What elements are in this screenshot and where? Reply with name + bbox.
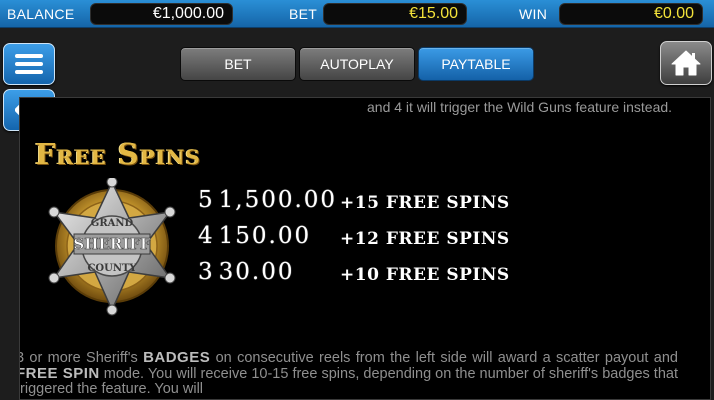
payout-prize: +15 FREE SPINS	[340, 193, 510, 213]
hamburger-menu-icon	[15, 54, 43, 74]
tab-paytable[interactable]: PAYTABLE	[418, 47, 534, 81]
payout-amount: 5 1,500.00	[198, 187, 338, 213]
previous-section-text: and 4 it will trigger the Wild Guns feat…	[367, 99, 673, 115]
paytable-panel[interactable]: and 4 it will trigger the Wild Guns feat…	[19, 97, 711, 400]
status-bar: BALANCE €1,000.00 BET €15.00 WIN €0.00	[0, 0, 714, 28]
payout-row: 4 150.00 +12 FREE SPINS	[198, 223, 538, 255]
section-title: Free Spins	[35, 137, 201, 171]
payout-prize: +10 FREE SPINS	[340, 265, 510, 285]
balance-value: €1,000.00	[90, 3, 233, 25]
badge-text-top: GRAND	[91, 218, 134, 229]
sheriff-badge-icon: GRAND SHERIFF COUNTY	[48, 178, 176, 316]
bet-label: BET	[289, 6, 318, 22]
payout-prize: +12 FREE SPINS	[340, 229, 510, 249]
payout-row: 5 1,500.00 +15 FREE SPINS	[198, 187, 538, 219]
balance-label: BALANCE	[7, 6, 75, 22]
payout-amount: 4 150.00	[198, 223, 312, 249]
payout-row: 3 30.00 +10 FREE SPINS	[198, 259, 538, 291]
win-value: €0.00	[559, 3, 703, 25]
feature-description: 3 or more Sheriff's BADGES on consecutiv…	[19, 349, 678, 397]
menu-button[interactable]	[3, 43, 55, 85]
tab-autoplay[interactable]: AUTOPLAY	[299, 47, 415, 81]
tab-bet[interactable]: BET	[180, 47, 296, 81]
home-button[interactable]	[660, 41, 712, 85]
badge-text-middle: SHERIFF	[73, 235, 151, 253]
badge-text-bottom: COUNTY	[87, 263, 137, 274]
bet-value: €15.00	[323, 3, 467, 25]
win-label: WIN	[519, 6, 548, 22]
payout-amount: 3 30.00	[198, 259, 295, 285]
home-icon	[671, 50, 701, 76]
